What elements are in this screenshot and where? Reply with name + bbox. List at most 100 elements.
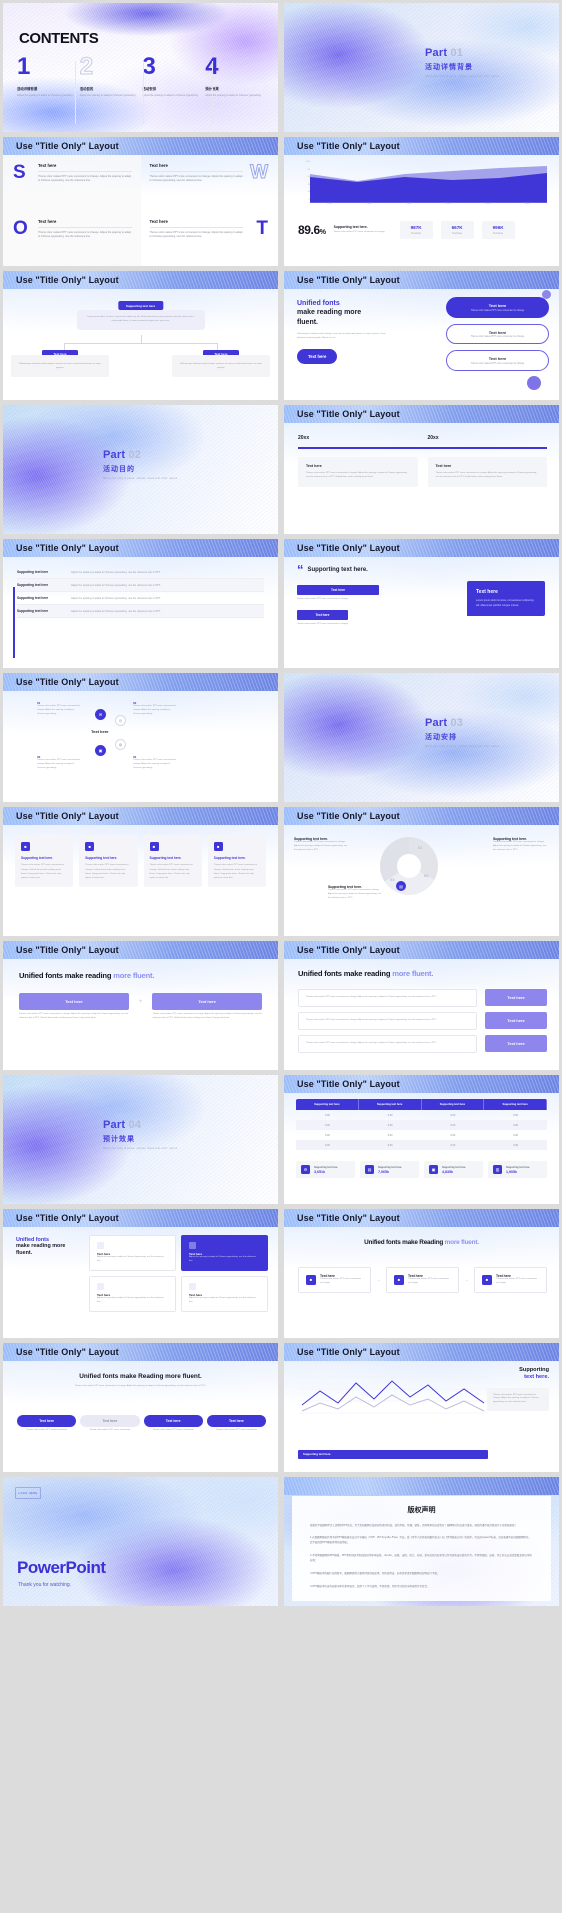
info-card[interactable]: ■ Supporting text here. Theme color makes… bbox=[207, 835, 266, 888]
content-row[interactable]: Theme color makes PPT more convenient to… bbox=[298, 1011, 547, 1030]
slide-timeline[interactable]: Use "Title Only" Layout 20xx 20xx Text h… bbox=[284, 405, 559, 534]
slide-quote[interactable]: Use "Title Only" Layout “ Supporting tex… bbox=[284, 539, 559, 668]
swot-quadrant-o[interactable]: O Text here Theme color makes PPT more c… bbox=[3, 210, 141, 266]
row-button[interactable]: Text here bbox=[485, 1012, 547, 1030]
action-button[interactable]: Text here bbox=[19, 993, 129, 1010]
kpi-card[interactable]: 987K Text here bbox=[399, 221, 433, 239]
info-card[interactable]: ■ Supporting text here. Theme color makes… bbox=[143, 835, 202, 888]
slide-three-rows[interactable]: Use "Title Only" Layout Unified fonts ma… bbox=[284, 941, 559, 1070]
slide-thanks[interactable]: LOGO HERE PowerPoint Thank you for watch… bbox=[3, 1477, 278, 1606]
slide-part-04[interactable]: Part 04 预计效果 When you copy & paste, choo… bbox=[3, 1075, 278, 1204]
mini-card[interactable]: Text here Adjust the spacing to adapt to … bbox=[89, 1235, 176, 1271]
row-button[interactable]: Text here bbox=[485, 989, 547, 1007]
content-row[interactable]: Theme color makes PPT more convenient to… bbox=[298, 989, 547, 1007]
slide-card-grid[interactable]: Use "Title Only" Layout Unified fonts ma… bbox=[3, 1209, 278, 1338]
slide-part-01[interactable]: Part 01 活动详情背景 When you copy & paste, ch… bbox=[284, 3, 559, 132]
slide-row: Use "Title Only" Layout Supporting text … bbox=[3, 271, 559, 400]
slide-list-rows[interactable]: Use "Title Only" Layout Supporting text … bbox=[3, 539, 278, 668]
slide-table[interactable]: Use "Title Only" Layout Supporting text … bbox=[284, 1075, 559, 1204]
pill-step[interactable]: Text here bbox=[143, 1415, 203, 1427]
donut-item[interactable]: Supporting text here. Theme color makes … bbox=[294, 837, 350, 853]
stat-item[interactable]: ▣ Supporting text here. 4,835k bbox=[424, 1161, 483, 1178]
info-card[interactable]: ■ Supporting text here. Theme color makes… bbox=[15, 835, 74, 888]
org-root-chip[interactable]: Supporting text here bbox=[117, 301, 164, 310]
kpi-card[interactable]: 996K Text here bbox=[481, 221, 515, 239]
info-card[interactable]: ■ Supporting text here. Theme color makes… bbox=[79, 835, 138, 888]
slide-steps[interactable]: Use "Title Only" Layout Unified fonts ma… bbox=[284, 1209, 559, 1338]
stat-item[interactable]: ▥ Supporting text here. 1,905k bbox=[488, 1161, 547, 1178]
step-card[interactable]: ■ Text here Theme color makes PPT more co… bbox=[474, 1267, 547, 1293]
node-group[interactable]: 03 Theme color makes PPT more convenient… bbox=[37, 755, 81, 771]
table-row[interactable]: 0.00 0.00 0.00 0.00 bbox=[296, 1120, 547, 1130]
slide-contents[interactable]: CONTENTS 1 活动详情背景 Adjust the spacing to … bbox=[3, 3, 278, 132]
contents-label: 活动目的 bbox=[79, 87, 94, 91]
table-row[interactable]: Supporting text here Adjust the spacing t… bbox=[17, 592, 264, 605]
accent-card[interactable]: Text here Lorem ipsum dolor sit amet, co… bbox=[467, 581, 545, 616]
donut-item[interactable]: Supporting text here. Theme color makes … bbox=[493, 837, 549, 853]
table-row[interactable]: Supporting text here Adjust the spacing t… bbox=[17, 566, 264, 579]
list-item[interactable]: 2 活动目的 Adjust the spacing to adapt to Ch… bbox=[79, 54, 143, 98]
slide-donut[interactable]: Use "Title Only" Layout Supporting text … bbox=[284, 807, 559, 936]
swot-quadrant-s[interactable]: S Text here Theme color makes PPT more c… bbox=[3, 155, 141, 211]
org-leaf[interactable]: Text here Pellentesque habitant morbi tr… bbox=[11, 350, 109, 377]
step-card[interactable]: ■ Text here Theme color makes PPT more co… bbox=[298, 1267, 371, 1293]
stat-item[interactable]: ⚙ Supporting text here. 3,651k bbox=[296, 1161, 355, 1178]
pill-item[interactable]: Text here Theme color makes PPT more conv… bbox=[446, 350, 549, 371]
slide-pills[interactable]: Use "Title Only" Layout Unified fonts ma… bbox=[284, 271, 559, 400]
row-button[interactable]: Text here bbox=[485, 1035, 547, 1053]
slide-line-chart[interactable]: Use "Title Only" Layout Supporting text … bbox=[284, 1343, 559, 1472]
pill-step[interactable]: Text here bbox=[17, 1415, 77, 1427]
contents-desc: Adjust the spacing to adapt to Chinese t… bbox=[142, 93, 199, 97]
accent-bar bbox=[13, 587, 15, 658]
mini-card[interactable]: Text here Adjust the spacing to adapt to … bbox=[181, 1275, 268, 1312]
cta-button[interactable]: Text here bbox=[297, 349, 338, 365]
timeline-card[interactable]: Text here Theme color makes PPT more con… bbox=[427, 457, 547, 487]
content-row[interactable]: Theme color makes PPT more convenient to… bbox=[298, 1034, 547, 1053]
node-icon[interactable]: ▣ bbox=[95, 745, 106, 756]
list-item[interactable]: 4 预计效果 Adjust the spacing to adapt to Ch… bbox=[205, 55, 268, 98]
step-card[interactable]: ■ Text here Theme color makes PPT more co… bbox=[386, 1267, 459, 1293]
slide-part-02[interactable]: Part 02 活动目的 When you copy & paste, choo… bbox=[3, 405, 278, 534]
node-icon[interactable]: ✉ bbox=[95, 709, 106, 720]
timeline-card[interactable]: Text here Theme color makes PPT more con… bbox=[298, 457, 418, 487]
list-item[interactable]: 3 活动安排 Adjust the spacing to adapt to Ch… bbox=[143, 55, 206, 98]
slide-swot[interactable]: Use "Title Only" Layout S Text here Them… bbox=[3, 137, 278, 266]
slide-part-03[interactable]: Part 03 活动安排 When you copy & paste, choo… bbox=[284, 673, 559, 802]
table-row[interactable]: 0.00 0.00 0.00 0.00 bbox=[296, 1140, 547, 1150]
table-row[interactable]: 0.00 0.00 0.00 0.00 bbox=[296, 1110, 547, 1120]
bar-label[interactable]: Text here bbox=[297, 585, 379, 595]
slide-two-buttons[interactable]: Use "Title Only" Layout Unified fonts ma… bbox=[3, 941, 278, 1070]
table-row[interactable]: Supporting text here Adjust the spacing t… bbox=[17, 579, 264, 592]
part-cn: 活动目的 bbox=[103, 466, 135, 473]
node-group[interactable]: 02 Theme color makes PPT more convenient… bbox=[133, 701, 177, 717]
marker-icon[interactable]: ▤ bbox=[396, 881, 406, 891]
node-group[interactable]: 04 Theme color makes PPT more convenient… bbox=[133, 755, 177, 771]
slide-circle-diagram[interactable]: Use "Title Only" Layout 01 Theme color m… bbox=[3, 673, 278, 802]
copyright-item: 2.不得将图图网的PPT模板、PPT素材或其复制或部分用于再出售、ububu、出… bbox=[310, 1554, 532, 1562]
slide-area-chart[interactable]: Use "Title Only" Layout 100 80 60 40 20 0 ON-… bbox=[284, 137, 559, 266]
slide-pill-steps[interactable]: Use "Title Only" Layout Unified fonts ma… bbox=[3, 1343, 278, 1472]
node-icon[interactable]: ◎ bbox=[115, 715, 126, 726]
pill-item[interactable]: Text here Theme color makes PPT more conv… bbox=[446, 297, 549, 318]
kpi-card[interactable]: 667K Text here bbox=[440, 221, 474, 239]
node-icon[interactable]: ◍ bbox=[115, 739, 126, 750]
bar-label[interactable]: Text here bbox=[297, 609, 348, 620]
swot-quadrant-t[interactable]: T Text here Theme color makes PPT more c… bbox=[141, 211, 279, 267]
pill-step[interactable]: Text here bbox=[80, 1415, 140, 1427]
mini-card[interactable]: Text here Adjust the spacing to adapt to … bbox=[181, 1235, 268, 1271]
slide-four-cards[interactable]: Use "Title Only" Layout ■ Supporting tex… bbox=[3, 807, 278, 936]
pill-item[interactable]: Text here Theme color makes PPT more conv… bbox=[446, 323, 549, 344]
org-leaf[interactable]: Text here Pellentesque habitant morbi tr… bbox=[172, 350, 270, 377]
swot-quadrant-w[interactable]: W Text here Theme color makes PPT more c… bbox=[141, 155, 279, 211]
pill-step[interactable]: Text here bbox=[206, 1415, 266, 1427]
table-row[interactable]: Supporting text here Adjust the spacing t… bbox=[17, 605, 264, 618]
table-row[interactable]: 0.00 0.00 0.00 0.00 bbox=[296, 1130, 547, 1140]
node-group[interactable]: 01 Theme color makes PPT more convenient… bbox=[37, 701, 81, 717]
slide-copyright[interactable]: 版权声明 感谢您下载图网平台上提供的PPT作品，为了您和图网以及原创作者的利益，… bbox=[284, 1477, 559, 1606]
slide-org-chart[interactable]: Use "Title Only" Layout Supporting text … bbox=[3, 271, 278, 400]
action-button[interactable]: Text here bbox=[152, 993, 263, 1010]
mini-card[interactable]: Text here Adjust the spacing to adapt to … bbox=[89, 1275, 176, 1312]
stat-item[interactable]: ▤ Supporting text here. 7,065k bbox=[360, 1161, 419, 1178]
donut-item[interactable]: Supporting text here. Theme color makes … bbox=[328, 885, 384, 901]
list-item[interactable]: 1 活动详情背景 Adjust the spacing to adapt to … bbox=[17, 55, 80, 98]
